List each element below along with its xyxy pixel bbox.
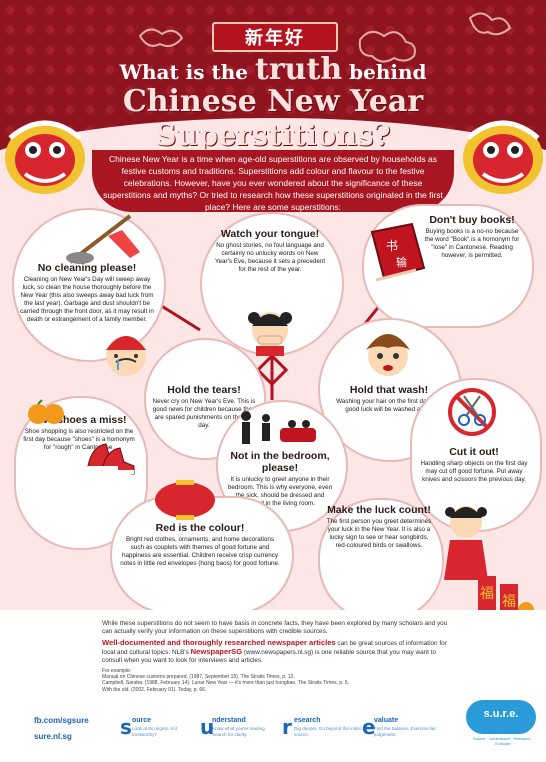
- superstition-title: Hold the tears!: [167, 384, 241, 396]
- fu-glyph-1: 福: [480, 586, 494, 602]
- superstition-no-cleaning: No cleaning please! Cleaning on New Year…: [20, 262, 154, 324]
- superstition-title: Not in the bedroom, please!: [230, 450, 330, 474]
- no-scissors-icon: [448, 388, 496, 436]
- superstition-title: No cleaning please!: [37, 262, 137, 274]
- sure-letter: r: [282, 715, 292, 739]
- footer-para-2: Well-documented and thoroughly researche…: [102, 639, 452, 665]
- sure-logo-tagline: Source · Understand · Research · Evaluat…: [472, 736, 534, 746]
- sure-word: esearch: [294, 717, 321, 724]
- sneakers-icon: [87, 443, 135, 475]
- footer-para-1: While these superstitions do not seem to…: [102, 620, 448, 635]
- sure-desc: Look at its origins. Is it trustworthy?: [132, 726, 178, 737]
- superstition-cut-it-out: Cut it out! Handling sharp objects on th…: [420, 446, 528, 484]
- superstition-text: Bright red clothes, ornaments, and home …: [120, 536, 280, 567]
- superstition-make-luck-count: Make the luck count! The first person yo…: [324, 504, 434, 550]
- superstition-text: Handling sharp objects on the first day …: [420, 460, 528, 483]
- book-glyph-1: 书: [386, 239, 398, 253]
- lion-dance-left-icon: [5, 120, 85, 194]
- superstition-watch-tongue: Watch your tongue! No ghost stories, no …: [214, 228, 326, 274]
- family-silhouette-icon: [241, 411, 316, 444]
- sure-desc: Find the balance. Exercise fair judgemen…: [374, 726, 436, 737]
- girl-covering-mouth-icon: [248, 312, 292, 356]
- sure-desc: Dig deeper. Go beyond the initial source…: [294, 726, 361, 737]
- title-part-a: What is the: [119, 60, 249, 84]
- title-line-1: What is the truth behind: [0, 52, 546, 87]
- footer-text: While these superstitions do not seem to…: [102, 620, 452, 665]
- sure-letter: s: [120, 715, 132, 739]
- boy-washing-hair-icon: [366, 334, 410, 376]
- facebook-link[interactable]: fb.com/sgsure: [34, 716, 134, 725]
- superstition-red-colour: Red is the colour! Bright red clothes, o…: [120, 522, 280, 568]
- fu-glyph-2: 福: [502, 594, 516, 610]
- crying-boy-icon: [106, 336, 146, 376]
- superstition-title: Watch your tongue!: [220, 228, 320, 240]
- poster: { "header": { "chinese_greeting": "新年好",…: [0, 0, 546, 762]
- sure-desc: Know what you're reading. Search for cla…: [212, 726, 266, 737]
- red-lantern-icon: [155, 480, 215, 520]
- footer-para-2-bold: Well-documented and thoroughly researche…: [102, 638, 336, 647]
- superstition-text: Cleaning on New Year's Day will sweep aw…: [20, 276, 154, 323]
- footer-url[interactable]: (www.newspapers.nl.sg): [242, 649, 313, 656]
- superstition-text: The first person you greet determines yo…: [326, 518, 432, 549]
- title-part-c: behind: [349, 60, 427, 84]
- sure-logo-text: s.u.r.e.: [483, 708, 519, 720]
- title-part-truth: truth: [254, 52, 343, 87]
- ref-item: With the old. (2002, February 01). Today…: [102, 686, 207, 693]
- superstition-text: No ghost stories, no foul language and c…: [214, 242, 326, 273]
- sure-word: ource: [132, 717, 152, 724]
- oranges-icon: [28, 399, 64, 424]
- book-icon: 书 输: [370, 222, 426, 282]
- lion-dance-right-icon: [463, 120, 543, 194]
- superstition-title: Cut it out!: [449, 446, 499, 458]
- broom-icon: [66, 214, 140, 264]
- footer-brand[interactable]: NewspaperSG: [191, 647, 243, 656]
- references: For example: Manual on Chinese customs p…: [102, 668, 462, 693]
- superstition-title: Don't buy books!: [429, 214, 515, 226]
- book-glyph-2: 输: [396, 255, 407, 269]
- superstition-title: Red is the colour!: [155, 522, 245, 534]
- superstition-text: Buying books is a no-no because the word…: [424, 228, 520, 259]
- superstition-dont-buy-books: Don't buy books! Buying books is a no-no…: [424, 214, 520, 260]
- superstition-title: Make the luck count!: [327, 504, 431, 516]
- sure-word: nderstand: [212, 717, 246, 724]
- chinese-greeting: 新年好: [245, 28, 305, 49]
- sure-word: valuate: [374, 717, 399, 724]
- website-link[interactable]: sure.nl.sg: [34, 732, 134, 741]
